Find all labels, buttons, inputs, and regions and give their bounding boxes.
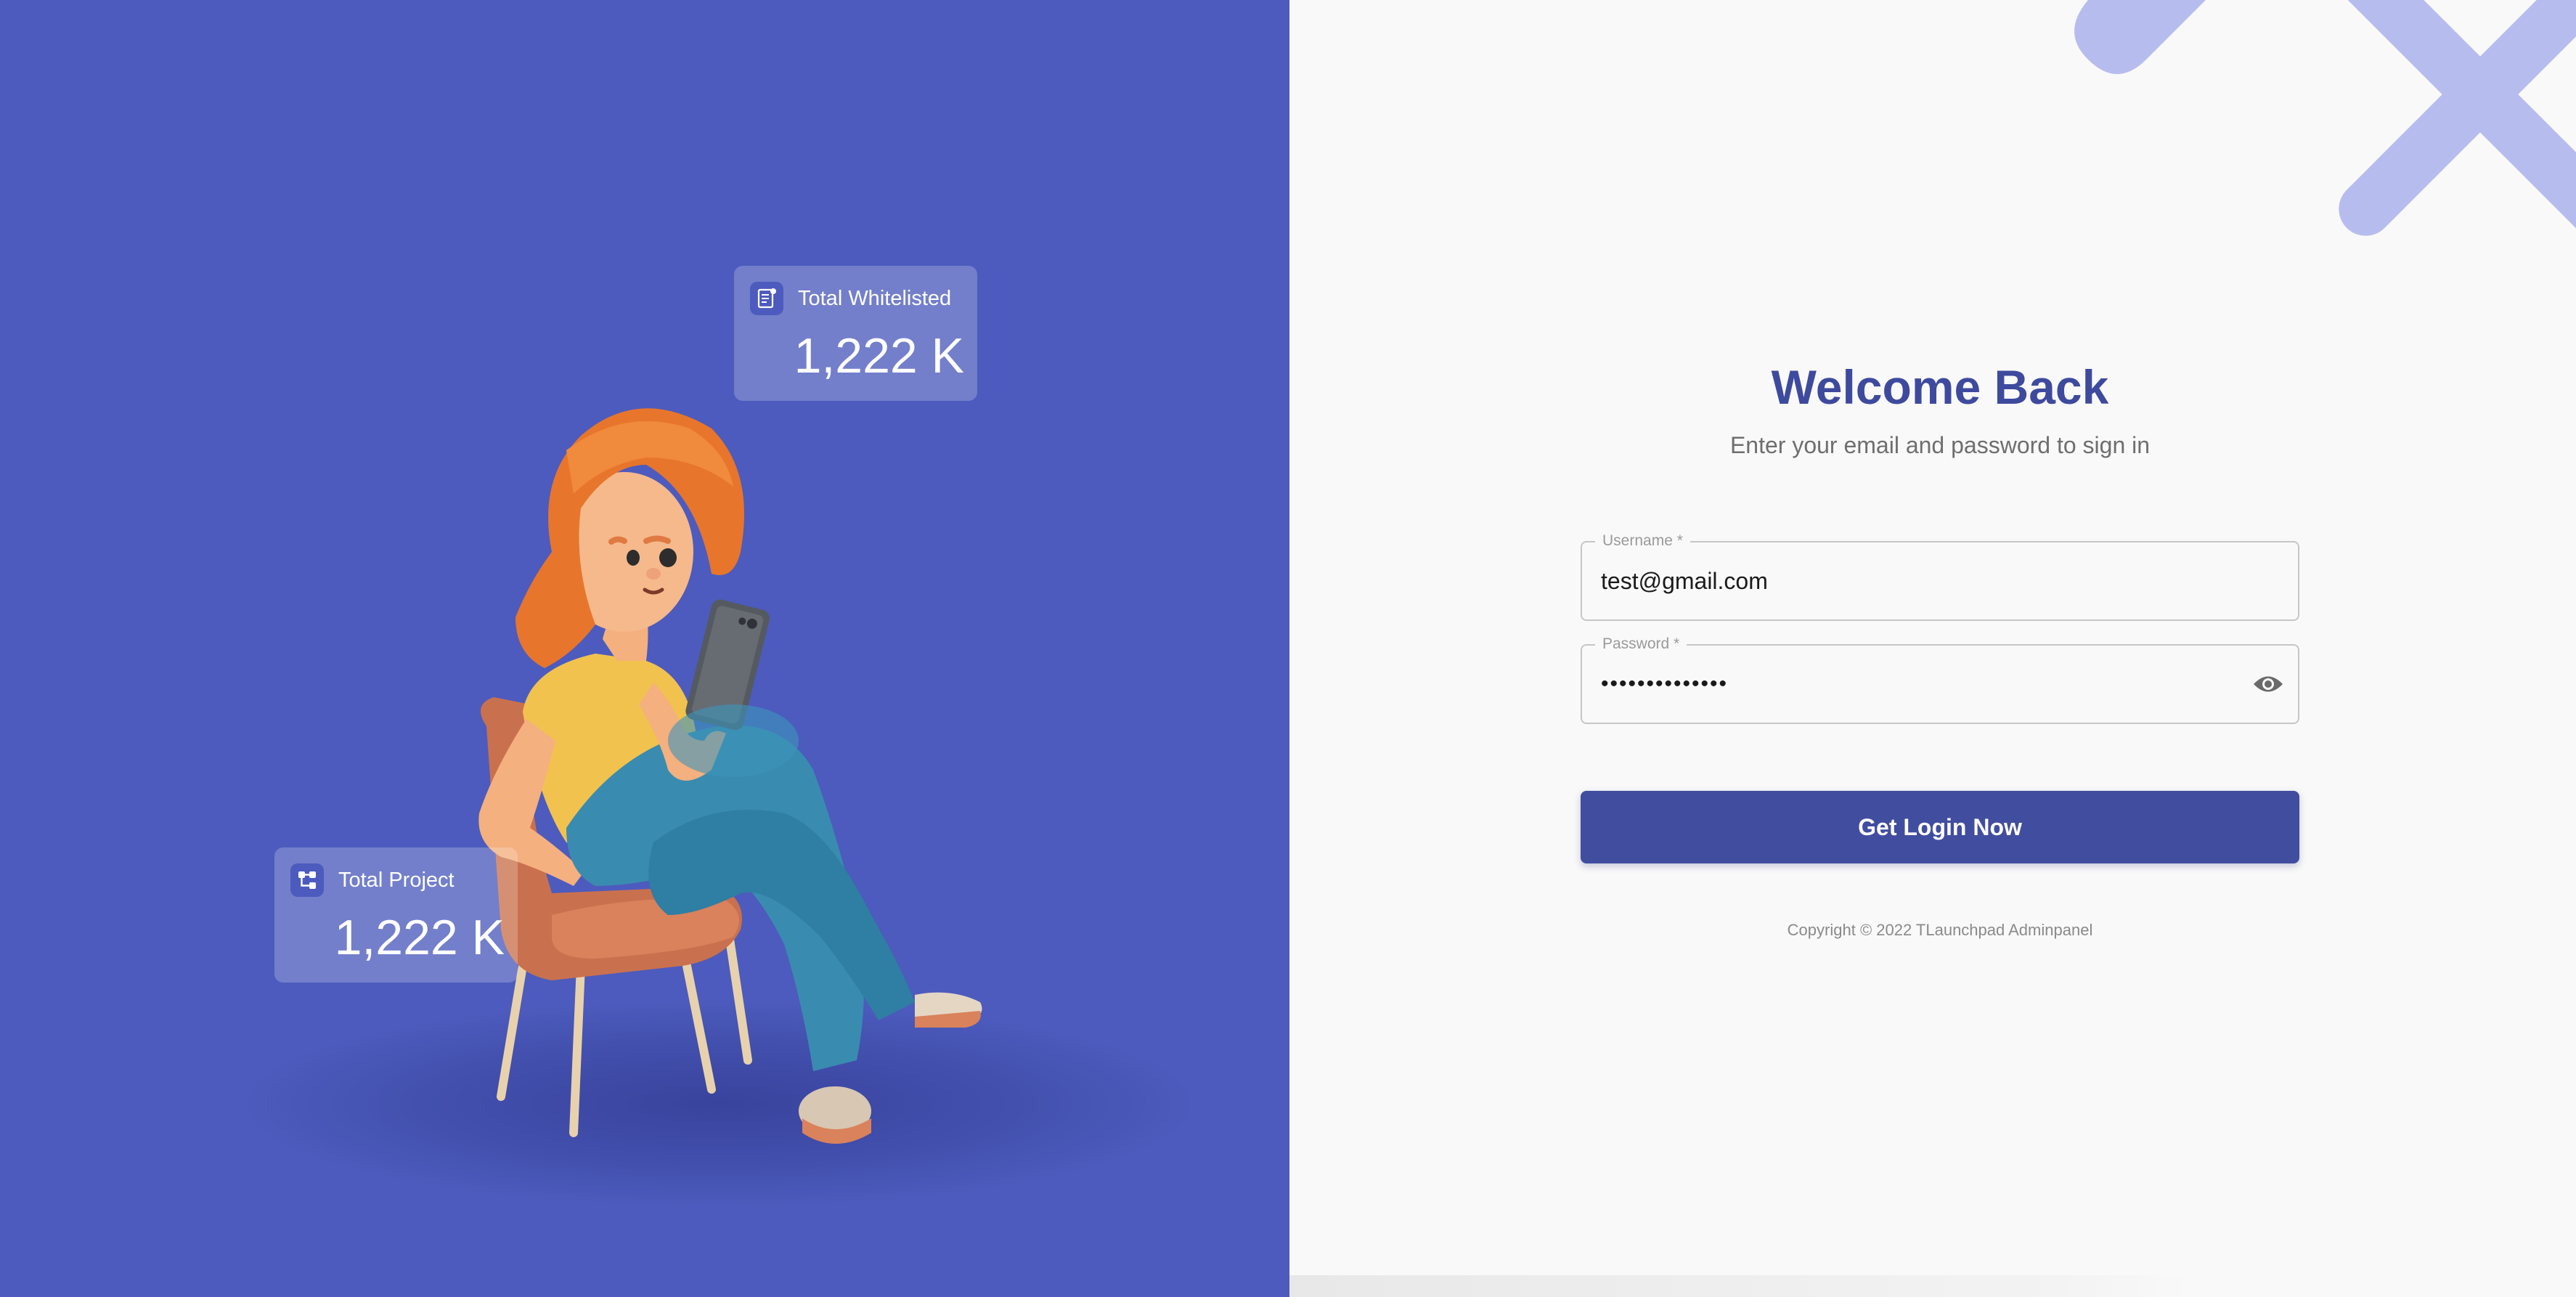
total-project-value: 1,222 K bbox=[334, 910, 505, 965]
username-value[interactable]: test@gmail.com bbox=[1601, 542, 1768, 619]
woman-in-chair-illustration bbox=[478, 408, 982, 1144]
copyright-text: Copyright © 2022 TLaunchpad Adminpanel bbox=[1787, 921, 2093, 939]
welcome-subtitle: Enter your email and password to sign in bbox=[1729, 432, 2151, 458]
password-field[interactable]: Password * •••••••••••••• bbox=[1581, 635, 2299, 724]
total-whitelisted-label: Total Whitelisted bbox=[798, 287, 952, 310]
total-project-card: Total Project 1,222 K bbox=[274, 847, 518, 983]
document-icon bbox=[750, 282, 783, 315]
eye-icon[interactable] bbox=[2251, 669, 2285, 699]
decorative-shapes bbox=[2074, 0, 2576, 236]
total-project-label: Total Project bbox=[338, 869, 455, 892]
total-whitelisted-card: Total Whitelisted 1,222 K bbox=[734, 266, 977, 401]
login-panel: Welcome Back Enter your email and passwo… bbox=[1289, 0, 2576, 1297]
project-tree-icon bbox=[290, 863, 324, 897]
bottom-scrollbar-area bbox=[1289, 1275, 2576, 1297]
welcome-title: Welcome Back bbox=[1771, 360, 2109, 414]
login-page: Total Whitelisted 1,222 K Total Project … bbox=[0, 0, 2576, 1297]
total-whitelisted-value: 1,222 K bbox=[794, 328, 964, 383]
password-value[interactable]: •••••••••••••• bbox=[1601, 646, 1728, 723]
get-login-button[interactable]: Get Login Now bbox=[1581, 791, 2299, 863]
username-field[interactable]: Username * test@gmail.com bbox=[1581, 532, 2299, 621]
illustration-panel: Total Whitelisted 1,222 K Total Project … bbox=[0, 0, 1289, 1297]
